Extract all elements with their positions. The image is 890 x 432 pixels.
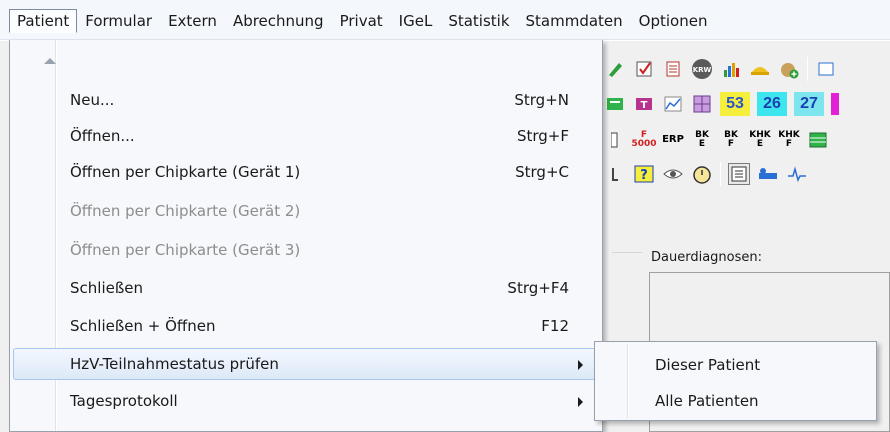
menu-abrechnung[interactable]: Abrechnung: [225, 9, 332, 33]
menu-item-tagesprotokoll[interactable]: Tagesprotokoll: [13, 385, 599, 417]
bk-e-button[interactable]: BK E: [691, 129, 713, 151]
text-form-icon[interactable]: T: [633, 93, 655, 115]
menu-privat[interactable]: Privat: [332, 9, 391, 33]
calendar-grid-icon[interactable]: [691, 93, 713, 115]
svg-text:KRW: KRW: [693, 66, 712, 74]
menu-item-label: Schließen + Öffnen: [70, 317, 216, 335]
checklist-icon[interactable]: [633, 58, 655, 80]
menu-formular[interactable]: Formular: [77, 9, 160, 33]
menu-item-label: Öffnen per Chipkarte (Gerät 2): [70, 202, 301, 220]
arrow-small-icon[interactable]: [604, 163, 626, 185]
menu-item-label: Tagesprotokoll: [70, 392, 178, 410]
green-form-icon[interactable]: [604, 93, 626, 115]
hzv-submenu: Dieser Patient Alle Patienten: [594, 341, 877, 421]
bar-chart-icon[interactable]: [720, 58, 742, 80]
svg-text:T: T: [641, 100, 648, 111]
window-icon[interactable]: [815, 58, 837, 80]
menu-item-oeffnen[interactable]: Öffnen... Strg+F: [13, 120, 599, 152]
document-icon[interactable]: [662, 58, 684, 80]
hat-icon[interactable]: [749, 58, 771, 80]
khk-f-button[interactable]: KHK F: [778, 129, 800, 151]
menu-item-chipkarte-3: Öffnen per Chipkarte (Gerät 3): [13, 234, 599, 266]
menu-item-label: Schließen: [70, 279, 144, 297]
day-27-button[interactable]: 27: [794, 91, 824, 116]
submenu-item-alle-patienten[interactable]: Alle Patienten: [597, 386, 874, 418]
menu-item-chipkarte-2: Öffnen per Chipkarte (Gerät 2): [13, 195, 599, 227]
menu-item-shortcut: F12: [541, 317, 569, 335]
krw-icon[interactable]: KRW: [691, 58, 713, 80]
day-53-button[interactable]: 53: [720, 91, 750, 116]
day-26-button[interactable]: 26: [757, 91, 787, 116]
pen-icon[interactable]: [604, 58, 626, 80]
menu-extern[interactable]: Extern: [160, 9, 225, 33]
erp-button[interactable]: ERP: [662, 129, 684, 151]
scroll-up-arrow-icon[interactable]: [44, 58, 56, 64]
list-view-icon[interactable]: [728, 162, 750, 185]
svg-text:?: ?: [640, 168, 648, 183]
line-chart-icon[interactable]: [662, 93, 684, 115]
menu-item-label: HzV-Teilnahmestatus prüfen: [70, 355, 279, 373]
menu-item-shortcut: Strg+N: [514, 91, 569, 109]
submenu-arrow-icon: [578, 360, 583, 370]
menu-stammdaten[interactable]: Stammdaten: [518, 9, 631, 33]
menu-item-schliessen[interactable]: Schließen Strg+F4: [13, 272, 599, 304]
menu-item-schliessen-oeffnen[interactable]: Schließen + Öffnen F12: [13, 310, 599, 342]
menu-item-label: Öffnen per Chipkarte (Gerät 1): [70, 163, 301, 181]
menu-optionen[interactable]: Optionen: [631, 9, 716, 33]
menu-item-hzv-teilnahmestatus[interactable]: HzV-Teilnahmestatus prüfen: [13, 348, 599, 380]
ecg-icon[interactable]: [786, 163, 808, 185]
toolbar-separator: [807, 56, 808, 81]
khk-e-button[interactable]: KHK E: [749, 129, 771, 151]
toolbar-row-2: T 53 26 27: [600, 87, 890, 120]
submenu-arrow-icon: [578, 397, 583, 407]
form-small-icon[interactable]: [604, 129, 626, 151]
menu-item-shortcut: Strg+C: [515, 163, 569, 181]
green-table-icon[interactable]: [807, 129, 829, 151]
submenu-item-dieser-patient[interactable]: Dieser Patient: [597, 350, 874, 382]
menu-item-neu[interactable]: Neu... Strg+N: [13, 84, 599, 116]
menu-item-label: Neu...: [70, 91, 115, 109]
help-document-icon[interactable]: ?: [633, 163, 655, 185]
toolbar-row-3: F 5000 ERP BK E BK F KHK E KHK F: [600, 123, 890, 156]
eye-icon[interactable]: [662, 163, 684, 185]
menu-item-label: Alle Patienten: [655, 392, 759, 410]
menu-item-chipkarte-1[interactable]: Öffnen per Chipkarte (Gerät 1) Strg+C: [13, 156, 599, 188]
patient-bed-icon[interactable]: [757, 163, 779, 185]
stopwatch-icon[interactable]: [691, 163, 713, 185]
toolbar-separator: [720, 161, 721, 186]
menu-item-label: Öffnen...: [70, 127, 135, 145]
toolbar-row-1: KRW: [600, 52, 890, 85]
menu-igel[interactable]: IGeL: [391, 9, 441, 33]
menu-item-shortcut: Strg+F: [516, 127, 569, 145]
menu-item-shortcut: Strg+F4: [507, 279, 569, 297]
menu-bar: Patient Formular Extern Abrechnung Priva…: [0, 0, 890, 40]
menu-item-label: Öffnen per Chipkarte (Gerät 3): [70, 241, 301, 259]
menu-item-label: Dieser Patient: [655, 356, 761, 374]
bk-f-5000-icon[interactable]: F 5000: [631, 129, 656, 151]
bk-f-button[interactable]: BK F: [720, 129, 742, 151]
menu-statistik[interactable]: Statistik: [440, 9, 517, 33]
patient-dropdown-menu: Neu... Strg+N Öffnen... Strg+F Öffnen pe…: [9, 40, 603, 432]
toolbar-row-4: ?: [600, 157, 890, 190]
day-partial-button[interactable]: [831, 92, 839, 115]
menu-patient[interactable]: Patient: [9, 9, 78, 33]
dauerdiagnosen-label: Dauerdiagnosen:: [651, 250, 762, 265]
money-bag-add-icon[interactable]: [778, 58, 800, 80]
